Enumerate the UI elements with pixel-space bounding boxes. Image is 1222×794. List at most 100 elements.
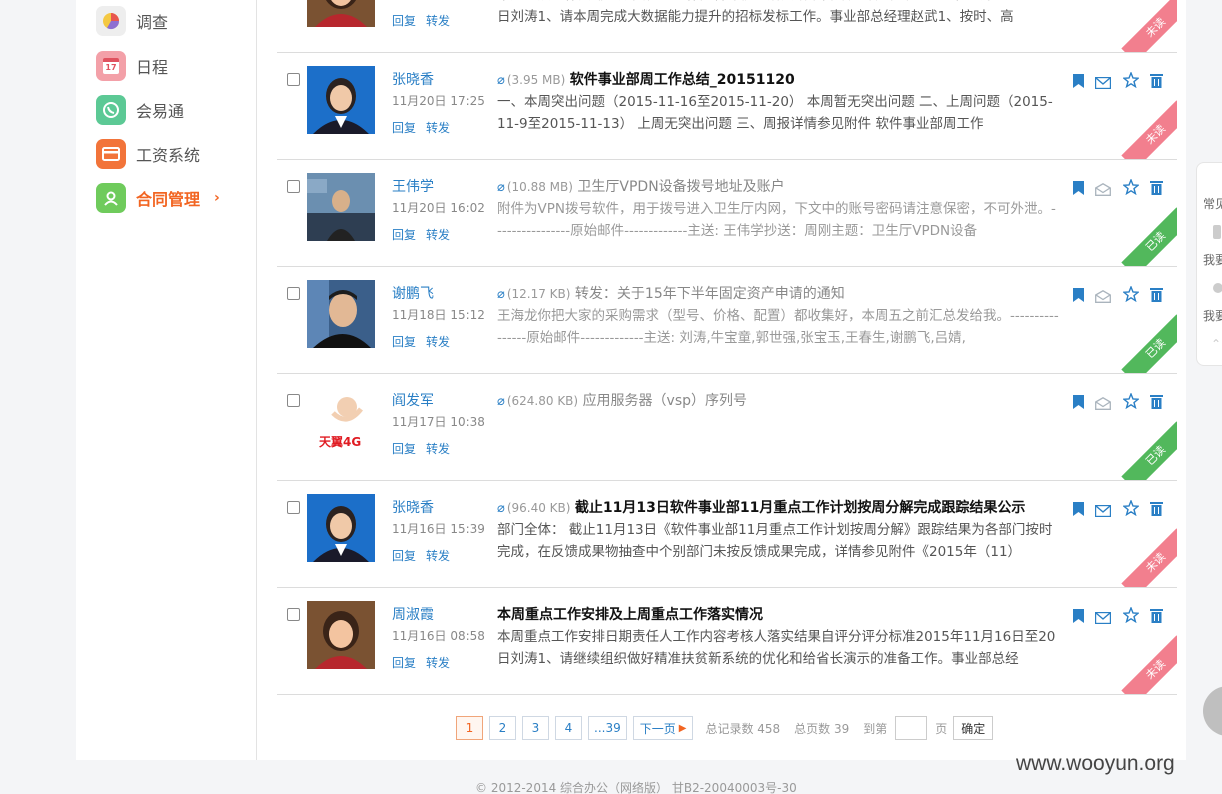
- reply-link[interactable]: 回复: [392, 654, 416, 671]
- forward-link[interactable]: 转发: [426, 119, 450, 136]
- star-icon[interactable]: [1122, 392, 1140, 413]
- sidebar-item-survey[interactable]: 调查: [96, 6, 246, 36]
- trash-icon[interactable]: [1150, 501, 1163, 520]
- forward-link[interactable]: 转发: [426, 654, 450, 671]
- trash-icon[interactable]: [1150, 180, 1163, 199]
- mail-preview[interactable]: 部门全体： 截止11月13日《软件事业部11月重点工作计划按周分解》跟踪结果为各…: [497, 519, 1059, 565]
- forward-link[interactable]: 转发: [426, 226, 450, 243]
- forward-link[interactable]: 转发: [426, 547, 450, 564]
- back-to-top-button[interactable]: [1203, 686, 1222, 736]
- chevron-up-icon[interactable]: ⌃: [1211, 337, 1221, 351]
- trash-icon[interactable]: [1150, 287, 1163, 306]
- sidebar-item-salary[interactable]: 工资系统: [96, 139, 246, 169]
- select-checkbox[interactable]: [287, 608, 300, 621]
- watermark: www.wooyun.org: [1016, 752, 1175, 775]
- sidebar-item-contract[interactable]: 合同管理 ›: [96, 183, 246, 213]
- bookmark-icon[interactable]: [1073, 608, 1084, 627]
- confirm-button[interactable]: 确定: [953, 716, 994, 740]
- mail-row[interactable]: 天翼4G 阎发军 11月17日 10:38 回复 转发 ⌀ (624.80 KB) 应用服务…: [277, 374, 1177, 481]
- page-button[interactable]: 4: [555, 716, 582, 740]
- star-icon[interactable]: [1122, 178, 1140, 199]
- select-checkbox[interactable]: [287, 501, 300, 514]
- sender-name[interactable]: 周淑霞: [392, 604, 434, 624]
- sidebar-item-label: 日程: [136, 58, 169, 77]
- select-checkbox[interactable]: [287, 394, 300, 407]
- star-icon[interactable]: [1122, 285, 1140, 306]
- subject-line[interactable]: ⌀ (3.95 MB) 软件事业部周工作总结_20151120: [497, 69, 1067, 89]
- sender-name[interactable]: 张晓香: [392, 69, 434, 89]
- sender-name[interactable]: 张晓香: [392, 497, 434, 517]
- page-unit-label: 页: [935, 721, 948, 736]
- bookmark-icon[interactable]: [1073, 501, 1084, 520]
- star-icon[interactable]: [1122, 606, 1140, 627]
- mail-row[interactable]: 王伟学 11月20日 16:02 回复 转发 ⌀ (10.88 MB) 卫生厅VPDN设备…: [277, 160, 1177, 267]
- sidebar-item-calendar[interactable]: 17 日程: [96, 51, 246, 81]
- envelope-icon[interactable]: [1094, 502, 1112, 521]
- star-icon[interactable]: [1122, 499, 1140, 520]
- contract-icon: [96, 183, 126, 213]
- reply-link[interactable]: 回复: [392, 12, 416, 29]
- bookmark-icon[interactable]: [1073, 287, 1084, 306]
- page-button[interactable]: ...39: [588, 716, 627, 740]
- avatar: [307, 173, 375, 241]
- page-button[interactable]: 1: [456, 716, 483, 740]
- reply-link[interactable]: 回复: [392, 333, 416, 350]
- page-button[interactable]: 3: [522, 716, 549, 740]
- mail-preview[interactable]: [497, 412, 1059, 458]
- paperclip-icon: ⌀: [497, 73, 505, 88]
- bookmark-icon[interactable]: [1073, 180, 1084, 199]
- float-tool-want[interactable]: 我要: [1203, 251, 1222, 268]
- paperclip-icon: ⌀: [497, 394, 505, 409]
- star-icon[interactable]: [1122, 71, 1140, 92]
- avatar: [307, 66, 375, 134]
- reply-link[interactable]: 回复: [392, 226, 416, 243]
- subject-line[interactable]: 本周重点工作安排及上周重点工作落实情况: [497, 604, 1067, 624]
- forward-link[interactable]: 转发: [426, 12, 450, 29]
- sender-name[interactable]: 王伟学: [392, 176, 434, 196]
- bookmark-icon[interactable]: [1073, 394, 1084, 413]
- select-checkbox[interactable]: [287, 287, 300, 300]
- envelope-icon[interactable]: [1094, 609, 1112, 628]
- float-tool-common[interactable]: 常见: [1203, 195, 1222, 212]
- envelope-open-icon[interactable]: [1095, 395, 1111, 414]
- read-status-badge: 未读: [1121, 100, 1177, 159]
- page-button[interactable]: 2: [489, 716, 516, 740]
- select-checkbox[interactable]: [287, 73, 300, 86]
- mail-list: 前天09:14回复转发 本周重点工作安排日期责任人工作内容考核人落实结果自评分评…: [277, 0, 1177, 695]
- sender-name[interactable]: 阎发军: [392, 390, 434, 410]
- forward-link[interactable]: 转发: [426, 333, 450, 350]
- reply-link[interactable]: 回复: [392, 119, 416, 136]
- reply-link[interactable]: 回复: [392, 547, 416, 564]
- avatar: [307, 280, 375, 348]
- envelope-open-icon[interactable]: [1095, 181, 1111, 200]
- select-checkbox[interactable]: [287, 180, 300, 193]
- trash-icon[interactable]: [1150, 608, 1163, 627]
- subject-line[interactable]: ⌀ (624.80 KB) 应用服务器（vsp）序列号: [497, 390, 1067, 410]
- trash-icon[interactable]: [1150, 73, 1163, 92]
- page-jump-input[interactable]: [895, 716, 928, 740]
- mail-row[interactable]: 周淑霞 11月16日 08:58 回复 转发 本周重点工作安排及上周重点工作落实情况本…: [277, 588, 1177, 695]
- mail-preview[interactable]: 附件为VPN拨号软件，用于拨号进入卫生厅内网，下文中的账号密码请注意保密，不可外…: [497, 198, 1059, 244]
- mail-row[interactable]: 张晓香 11月16日 15:39 回复 转发 ⌀ (96.40 KB) 截止11月13日软…: [277, 481, 1177, 588]
- mail-row[interactable]: 前天09:14 回复转发 本周重点工作安排日期责任人工作内容考核人落实结果自评分评…: [277, 0, 1177, 53]
- float-tool-want-2[interactable]: 我要: [1203, 307, 1222, 324]
- mail-row[interactable]: 谢鹏飞 11月18日 15:12 回复 转发 ⌀ (12.17 KB) 转发：关于15年下…: [277, 267, 1177, 374]
- envelope-icon[interactable]: [1094, 74, 1112, 93]
- envelope-open-icon[interactable]: [1095, 288, 1111, 307]
- reply-link[interactable]: 回复: [392, 440, 416, 457]
- mail-preview[interactable]: 本周重点工作安排日期责任人工作内容考核人落实结果自评分评分标准2015年11月1…: [497, 626, 1059, 672]
- mail-preview[interactable]: 本周重点工作安排日期责任人工作内容考核人落实结果自评分评分标准2015年11月2…: [497, 0, 1059, 30]
- next-page-button[interactable]: 下一页 ▶: [632, 716, 694, 740]
- trash-icon[interactable]: [1150, 394, 1163, 413]
- mail-row[interactable]: 张晓香 11月20日 17:25 回复 转发 ⌀ (3.95 MB) 软件事业部周工作总结…: [277, 53, 1177, 160]
- sender-name[interactable]: 谢鹏飞: [392, 283, 434, 303]
- mail-preview[interactable]: 王海龙你把大家的采购需求（型号、价格、配置）都收集好，本周五之前汇总发给我。--…: [497, 305, 1059, 351]
- mail-preview[interactable]: 一、本周突出问题（2015-11-16至2015-11-20） 本周暂无突出问题…: [497, 91, 1059, 137]
- sidebar-item-huiyitong[interactable]: 会易通: [96, 95, 246, 125]
- goto-label: 到第: [863, 721, 888, 736]
- bookmark-icon[interactable]: [1073, 73, 1084, 92]
- subject-line[interactable]: ⌀ (96.40 KB) 截止11月13日软件事业部11月重点工作计划按周分解完成…: [497, 497, 1067, 517]
- subject-line[interactable]: ⌀ (10.88 MB) 卫生厅VPDN设备拨号地址及账户: [497, 176, 1067, 196]
- subject-line[interactable]: ⌀ (12.17 KB) 转发：关于15年下半年固定资产申请的通知: [497, 283, 1067, 303]
- forward-link[interactable]: 转发: [426, 440, 450, 457]
